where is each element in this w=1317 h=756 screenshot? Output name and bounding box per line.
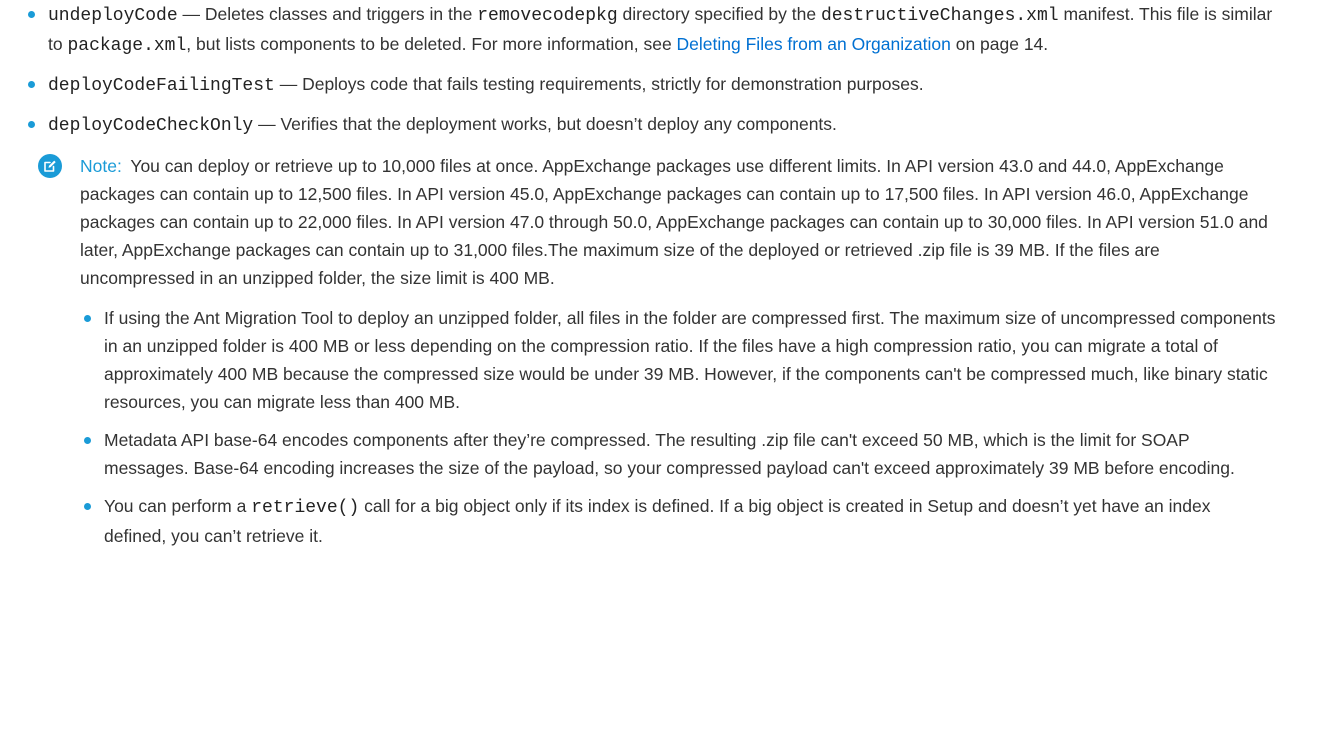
list-item: undeployCode — Deletes classes and trigg… xyxy=(24,0,1277,60)
item-text: — Verifies that the deployment works, bu… xyxy=(253,114,837,134)
code-undeploycode: undeployCode xyxy=(48,6,178,26)
bullet-text: If using the Ant Migration Tool to deplo… xyxy=(104,308,1276,412)
code-removecodepkg: removecodepkg xyxy=(477,6,618,26)
item-text: directory specified by the xyxy=(617,4,821,24)
item-text: , but lists components to be deleted. Fo… xyxy=(186,34,677,54)
note-paragraph: Note: You can deploy or retrieve up to 1… xyxy=(80,152,1277,292)
target-list: undeployCode — Deletes classes and trigg… xyxy=(24,0,1277,140)
list-item: You can perform a retrieve() call for a … xyxy=(80,492,1277,550)
item-text: on page 14. xyxy=(950,34,1049,54)
note-sub-list: If using the Ant Migration Tool to deplo… xyxy=(80,304,1277,550)
note-label: Note: xyxy=(80,156,122,176)
list-item: deployCodeFailingTest — Deploys code tha… xyxy=(24,70,1277,100)
item-text: — Deletes classes and triggers in the xyxy=(177,4,478,24)
code-deploycodecheckonly: deployCodeCheckOnly xyxy=(48,116,254,136)
note-box: Note: You can deploy or retrieve up to 1… xyxy=(24,152,1277,550)
list-item: If using the Ant Migration Tool to deplo… xyxy=(80,304,1277,416)
bullet-text: You can perform a xyxy=(104,496,252,516)
edit-pencil-icon xyxy=(38,154,62,178)
documentation-page: undeployCode — Deletes classes and trigg… xyxy=(0,0,1317,756)
code-deploycodefailingtest: deployCodeFailingTest xyxy=(48,76,275,96)
list-item: Metadata API base-64 encodes components … xyxy=(80,426,1277,482)
item-text: — Deploys code that fails testing requir… xyxy=(274,74,924,94)
code-destructivechanges: destructiveChanges.xml xyxy=(820,6,1059,26)
list-item: deployCodeCheckOnly — Verifies that the … xyxy=(24,110,1277,140)
deleting-files-link[interactable]: Deleting Files from an Organization xyxy=(677,34,951,54)
code-package-xml: package.xml xyxy=(67,36,187,56)
code-retrieve: retrieve() xyxy=(251,498,360,518)
bullet-text: Metadata API base-64 encodes components … xyxy=(104,430,1235,478)
note-text: You can deploy or retrieve up to 10,000 … xyxy=(80,156,1268,288)
